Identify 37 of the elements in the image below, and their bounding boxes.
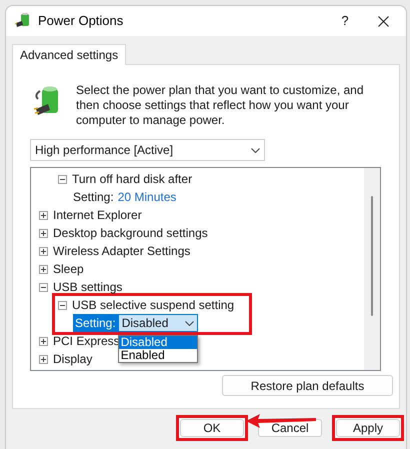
chevron-down-icon: [251, 148, 260, 152]
setting-label: Setting:: [73, 189, 115, 206]
setting-select[interactable]: Disabled: [118, 314, 198, 332]
dropdown-option[interactable]: Enabled: [118, 349, 197, 362]
chevron-down-icon: [184, 320, 194, 326]
dropdown-option[interactable]: Disabled: [118, 336, 197, 349]
expand-icon[interactable]: [39, 228, 48, 238]
close-icon: [378, 16, 388, 26]
setting-label: Setting:: [73, 314, 118, 332]
expand-icon[interactable]: [39, 336, 48, 346]
tree-item[interactable]: USB selective suspend setting: [72, 296, 234, 314]
collapse-icon[interactable]: [39, 282, 48, 292]
collapse-icon[interactable]: [58, 174, 67, 184]
battery-plug-icon: [15, 13, 31, 29]
tree-item[interactable]: Internet Explorer: [53, 206, 142, 224]
dialog-button[interactable]: OK: [180, 419, 244, 437]
setting-value[interactable]: 20 Minutes: [118, 188, 176, 206]
plan-select[interactable]: High performance [Active]: [30, 139, 265, 161]
restore-defaults-button[interactable]: Restore plan defaults: [222, 375, 393, 396]
tree-item[interactable]: USB settings: [53, 278, 122, 296]
tree-item[interactable]: Wireless Adapter Settings: [53, 242, 190, 260]
tree-item[interactable]: Sleep: [53, 260, 84, 278]
scrollbar[interactable]: [364, 168, 380, 370]
tree-item[interactable]: PCI Express: [53, 332, 120, 350]
intro-text: Select the power plan that you want to customize, and then choose settings that reflect how you want your computer to manage power.: [76, 83, 365, 128]
expand-icon[interactable]: [39, 246, 48, 256]
expand-icon[interactable]: [39, 210, 48, 220]
tree-item[interactable]: Turn off hard disk after: [72, 170, 192, 188]
window-title: Power Options: [38, 12, 124, 30]
dialog-button[interactable]: Apply: [336, 419, 400, 437]
tree-item[interactable]: Display: [53, 350, 92, 368]
expand-icon[interactable]: [39, 354, 48, 364]
tab[interactable]: Advanced settings: [12, 44, 126, 65]
expand-icon[interactable]: [39, 264, 48, 274]
tree-item[interactable]: Desktop background settings: [53, 224, 208, 242]
collapse-icon[interactable]: [58, 300, 67, 310]
help-button[interactable]: ?: [330, 6, 360, 36]
